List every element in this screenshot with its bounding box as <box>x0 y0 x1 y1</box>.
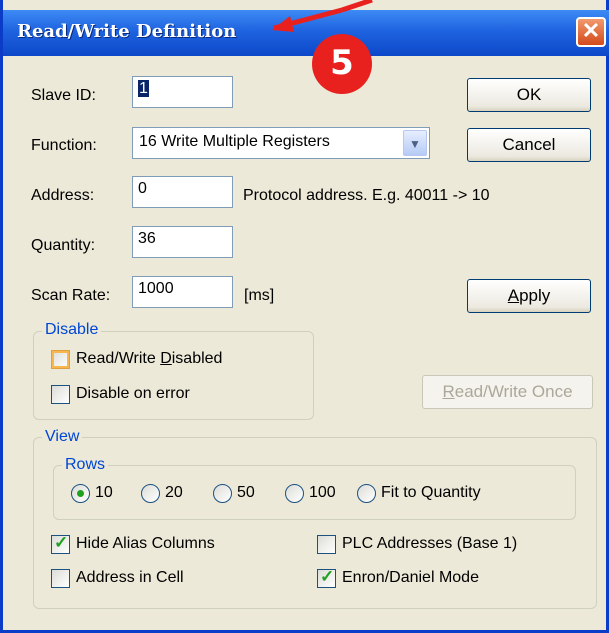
plc-addresses-checkbox[interactable] <box>317 535 336 554</box>
ok-button[interactable]: OK <box>467 78 591 112</box>
plc-addresses-label: PLC Addresses (Base 1) <box>342 535 518 552</box>
scan-rate-unit: [ms] <box>244 287 275 304</box>
rows-radio-50[interactable] <box>213 484 232 503</box>
hide-alias-columns-checkbox[interactable]: ✓ <box>51 533 70 554</box>
rows-option-10-label: 10 <box>95 484 113 501</box>
quantity-label: Quantity: <box>31 237 96 254</box>
quantity-value: 36 <box>138 230 156 247</box>
slave-id-label: Slave ID: <box>31 87 96 104</box>
address-in-cell-label: Address in Cell <box>76 569 184 586</box>
checkmark-icon: ✓ <box>54 533 69 552</box>
read-write-disabled-checkbox[interactable] <box>51 350 70 369</box>
checkmark-icon: ✓ <box>320 567 335 586</box>
address-hint: Protocol address. E.g. 40011 -> 10 <box>243 187 490 204</box>
address-input[interactable]: 0 <box>132 176 233 208</box>
view-group-title: View <box>42 428 83 446</box>
chevron-down-icon[interactable]: ▼ <box>403 130 427 156</box>
function-label: Function: <box>31 137 97 154</box>
rows-radio-20[interactable] <box>141 484 160 503</box>
function-value: 16 Write Multiple Registers <box>139 133 330 150</box>
disable-on-error-label: Disable on error <box>76 385 190 402</box>
enron-daniel-mode-checkbox[interactable]: ✓ <box>317 567 336 588</box>
read-write-disabled-label: Read/Write Disabled <box>76 350 222 368</box>
hide-alias-columns-label: Hide Alias Columns <box>76 535 215 552</box>
disable-on-error-checkbox[interactable] <box>51 385 70 404</box>
disable-group-title: Disable <box>42 321 102 339</box>
rows-radio-100[interactable] <box>285 484 304 503</box>
apply-access-key: A <box>507 286 520 305</box>
rows-radio-10[interactable] <box>71 484 90 503</box>
slave-id-input[interactable]: 1 <box>132 76 233 108</box>
rows-radio-fit-to-quantity[interactable] <box>357 484 376 503</box>
apply-button[interactable]: Apply <box>467 279 591 313</box>
function-select[interactable]: 16 Write Multiple Registers ▼ <box>132 127 430 159</box>
address-in-cell-checkbox[interactable] <box>51 569 70 588</box>
scan-rate-value: 1000 <box>138 280 174 297</box>
annotation-arrow-icon <box>272 0 373 32</box>
rows-option-fit-label: Fit to Quantity <box>381 484 481 501</box>
close-icon[interactable]: ✕ <box>576 17 606 47</box>
window-title: Read/Write Definition <box>17 21 237 42</box>
read-write-once-access-key: R <box>442 382 455 401</box>
read-write-disabled-label-post: isabled <box>171 350 223 367</box>
address-label: Address: <box>31 187 95 204</box>
scan-rate-input[interactable]: 1000 <box>132 276 233 308</box>
rows-option-50-label: 50 <box>237 484 255 501</box>
read-write-once-button[interactable]: Read/Write Once <box>422 375 593 409</box>
cancel-button[interactable]: Cancel <box>467 128 591 162</box>
slave-id-value: 1 <box>138 80 149 97</box>
read-write-once-label-post: ead/Write Once <box>454 382 573 401</box>
read-write-disabled-access-key: D <box>160 350 172 367</box>
read-write-definition-dialog: Read/Write Definition ✕ Slave ID: 1 Func… <box>0 0 609 633</box>
scan-rate-label: Scan Rate: <box>31 287 111 304</box>
quantity-input[interactable]: 36 <box>132 226 233 258</box>
rows-group-title: Rows <box>62 456 109 474</box>
read-write-disabled-label-pre: Read/Write <box>76 350 161 367</box>
radio-selected-dot <box>77 490 84 497</box>
rows-option-20-label: 20 <box>165 484 183 501</box>
apply-label-post: pply <box>519 286 551 305</box>
rows-option-100-label: 100 <box>309 484 336 501</box>
disable-group <box>33 331 314 420</box>
step-number-badge: 5 <box>312 34 372 94</box>
enron-daniel-mode-label: Enron/Daniel Mode <box>342 569 479 586</box>
address-value: 0 <box>138 180 147 197</box>
